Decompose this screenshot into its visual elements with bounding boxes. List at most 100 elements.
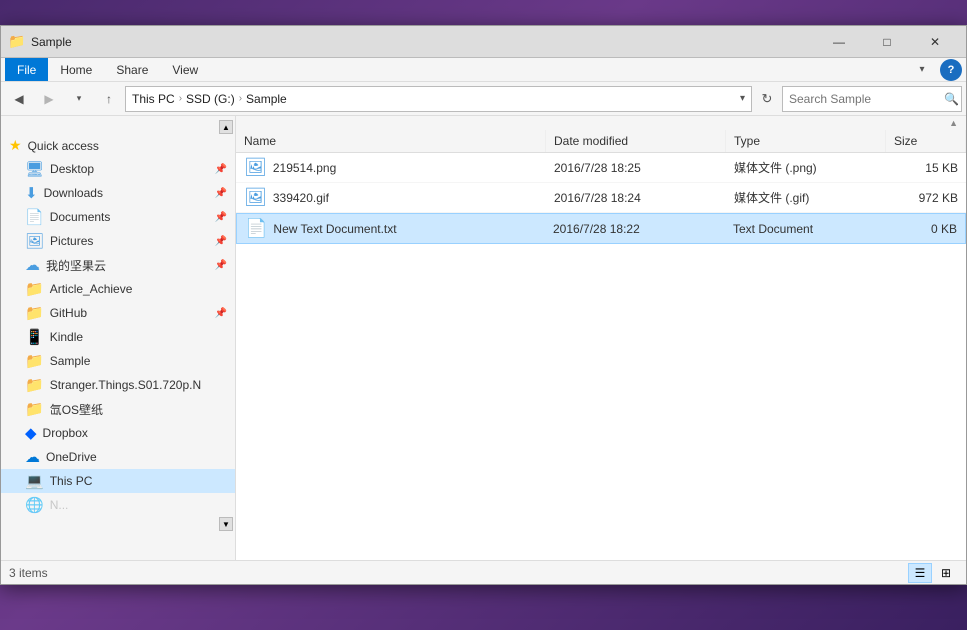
file-type-2: Text Document (725, 214, 885, 243)
sidebar-item-jianguoyun[interactable]: ☁ 我的坚果云 📌 (1, 253, 235, 277)
menu-tab-home[interactable]: Home (48, 58, 104, 81)
sidebar-item-onedrive[interactable]: ☁ OneDrive (1, 445, 235, 469)
sidebar-item-this-pc[interactable]: 💻 This PC (1, 469, 235, 493)
file-row-1[interactable]: 🖼 339420.gif 2016/7/28 18:24 媒体文件 (.gif)… (236, 183, 966, 213)
sidebar-label-desktop: Desktop (50, 162, 94, 176)
sidebar-item-network[interactable]: 🌐 N... (1, 493, 235, 517)
sidebar-item-pictures[interactable]: 🖼 Pictures 📌 (1, 229, 235, 253)
header-size[interactable]: Size (886, 130, 966, 152)
maximize-button[interactable]: □ (864, 26, 910, 58)
refresh-button[interactable]: ↻ (754, 86, 780, 112)
file-name-2: 📄 New Text Document.txt (237, 214, 545, 243)
header-type[interactable]: Type (726, 130, 886, 152)
file-name-1: 🖼 339420.gif (236, 183, 546, 212)
view-buttons: ☰ ⊞ (908, 563, 958, 583)
sidebar-item-stranger-things[interactable]: 📁 Stranger.Things.S01.720p.N (1, 373, 235, 397)
pin-icon-github: 📌 (215, 308, 227, 319)
menu-tab-share[interactable]: Share (104, 58, 160, 81)
sidebar-label-downloads: Downloads (44, 186, 103, 200)
help-button[interactable]: ? (940, 59, 962, 81)
header-name[interactable]: Name (236, 130, 546, 152)
article-icon: 📁 (25, 280, 44, 298)
main-area: ▲ ★ Quick access 🖥 Desktop 📌 ⬇ Downloads… (1, 116, 966, 560)
sidebar-label-jianguoyun: 我的坚果云 (46, 257, 106, 274)
status-bar: 3 items ☰ ⊞ (1, 560, 966, 584)
search-input[interactable] (789, 92, 944, 106)
file-size-2: 0 KB (885, 214, 965, 243)
address-dropdown-icon[interactable]: ▾ (740, 93, 745, 104)
jianguoyun-icon: ☁ (25, 256, 40, 274)
documents-icon: 📄 (25, 208, 44, 226)
sidebar-quick-access-header[interactable]: ★ Quick access (1, 134, 235, 157)
stranger-things-icon: 📁 (25, 376, 44, 394)
forward-button[interactable]: ▶ (35, 86, 63, 112)
header-date[interactable]: Date modified (546, 130, 726, 152)
address-bar[interactable]: This PC › SSD (G:) › Sample ▾ (125, 86, 752, 112)
sidebar-item-kindle[interactable]: 📱 Kindle (1, 325, 235, 349)
header-size-label: Size (894, 134, 917, 148)
desktop-icon: 🖥 (25, 160, 44, 178)
sidebar-item-xenos[interactable]: 📁 氙OS壁纸 (1, 397, 235, 421)
sidebar-label-sample: Sample (50, 354, 91, 368)
sidebar-scroll-up[interactable]: ▲ (219, 120, 233, 134)
items-count: 3 items (9, 566, 48, 580)
menu-tab-file[interactable]: File (5, 58, 48, 81)
file-size-0: 15 KB (886, 153, 966, 182)
sidebar-label-github: GitHub (50, 306, 87, 320)
window-icon: 📁 (9, 34, 25, 50)
search-icon[interactable]: 🔍 (944, 92, 959, 106)
file-date-0: 2016/7/28 18:25 (546, 153, 726, 182)
sidebar-item-sample[interactable]: 📁 Sample (1, 349, 235, 373)
file-icon-0: 🖼 (244, 157, 267, 178)
this-pc-icon: 💻 (25, 472, 44, 490)
sidebar-label-network: N... (50, 498, 69, 512)
back-button[interactable]: ◀ (5, 86, 33, 112)
sidebar-label-this-pc: This PC (50, 474, 93, 488)
file-name-0: 🖼 219514.png (236, 153, 546, 182)
up-button[interactable]: ↑ (95, 86, 123, 112)
search-box[interactable]: 🔍 (782, 86, 962, 112)
sidebar-item-dropbox[interactable]: ◆ Dropbox (1, 421, 235, 445)
recent-locations-button[interactable]: ▾ (65, 86, 93, 112)
quick-access-star-icon: ★ (9, 137, 22, 154)
ribbon-dropdown-button[interactable]: ▾ (908, 57, 936, 83)
view-details-button[interactable]: ☰ (908, 563, 932, 583)
sidebar-label-xenos: 氙OS壁纸 (50, 401, 103, 418)
file-icon-2: 📄 (245, 218, 267, 239)
sidebar-item-desktop[interactable]: 🖥 Desktop 📌 (1, 157, 235, 181)
sidebar-label-pictures: Pictures (50, 234, 93, 248)
sidebar-item-downloads[interactable]: ⬇ Downloads 📌 (1, 181, 235, 205)
sidebar-item-github[interactable]: 📁 GitHub 📌 (1, 301, 235, 325)
pin-icon-desktop: 📌 (215, 164, 227, 175)
minimize-button[interactable]: — (816, 26, 862, 58)
kindle-icon: 📱 (25, 328, 44, 346)
address-sep1: › (179, 93, 182, 104)
column-sort-area: ▲ (236, 116, 966, 130)
file-type-0: 媒体文件 (.png) (726, 153, 886, 182)
file-headers: Name Date modified Type Size (236, 130, 966, 153)
window-controls: — □ ✕ (816, 26, 958, 58)
pin-icon-documents: 📌 (215, 212, 227, 223)
sort-arrow-up[interactable]: ▲ (949, 118, 958, 128)
file-size-1: 972 KB (886, 183, 966, 212)
sidebar-item-article[interactable]: 📁 Article_Achieve (1, 277, 235, 301)
file-list: 🖼 219514.png 2016/7/28 18:25 媒体文件 (.png)… (236, 153, 966, 560)
file-row-0[interactable]: 🖼 219514.png 2016/7/28 18:25 媒体文件 (.png)… (236, 153, 966, 183)
pin-icon-pictures: 📌 (215, 236, 227, 247)
sidebar-scroll-down[interactable]: ▼ (219, 517, 233, 531)
header-date-label: Date modified (554, 134, 628, 148)
close-button[interactable]: ✕ (912, 26, 958, 58)
sidebar-item-documents[interactable]: 📄 Documents 📌 (1, 205, 235, 229)
downloads-icon: ⬇ (25, 184, 38, 202)
pictures-icon: 🖼 (25, 232, 44, 250)
file-date-2: 2016/7/28 18:22 (545, 214, 725, 243)
menu-tab-view[interactable]: View (160, 58, 210, 81)
file-row-2[interactable]: 📄 New Text Document.txt 2016/7/28 18:22 … (236, 213, 966, 244)
quick-access-label: Quick access (28, 139, 99, 153)
file-type-1: 媒体文件 (.gif) (726, 183, 886, 212)
pin-icon-jianguoyun: 📌 (215, 260, 227, 271)
view-large-icons-button[interactable]: ⊞ (934, 563, 958, 583)
window-title: Sample (31, 35, 816, 49)
file-area: ▲ Name Date modified Type Size (236, 116, 966, 560)
sidebar-label-article: Article_Achieve (50, 282, 133, 296)
